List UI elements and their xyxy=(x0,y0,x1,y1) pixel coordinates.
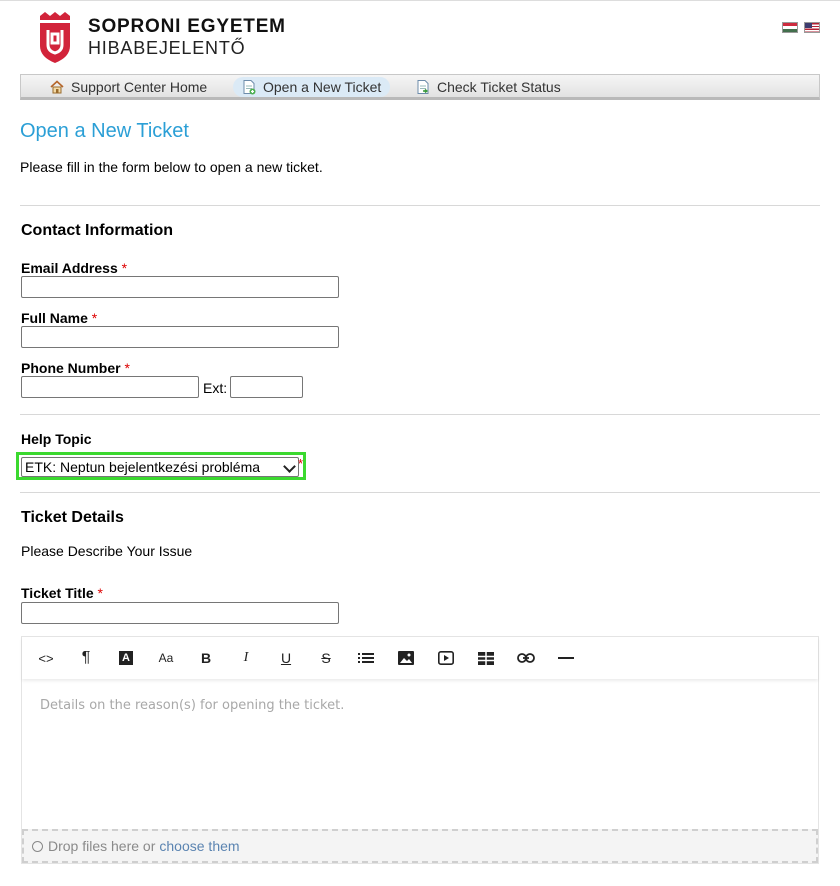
rich-text-editor: <> ¶ A Aa B I U S Details on the reason(… xyxy=(21,636,819,864)
phone-field[interactable] xyxy=(21,376,199,398)
nav-support-center-home[interactable]: Support Center Home xyxy=(41,77,216,97)
divider xyxy=(20,492,820,493)
ticket-details-subtitle: Please Describe Your Issue xyxy=(21,543,193,559)
phone-label: Phone Number * xyxy=(21,360,130,376)
font-color-icon[interactable]: A xyxy=(113,647,139,669)
editor-toolbar: <> ¶ A Aa B I U S xyxy=(22,637,818,679)
font-size-icon[interactable]: Aa xyxy=(153,647,179,669)
divider xyxy=(20,414,820,415)
required-mark: * xyxy=(97,585,103,601)
choose-files-link[interactable]: choose them xyxy=(159,838,239,854)
editor-placeholder[interactable]: Details on the reason(s) for opening the… xyxy=(40,698,344,713)
code-view-icon[interactable]: <> xyxy=(33,647,59,669)
home-icon xyxy=(50,80,64,94)
strikethrough-icon[interactable]: S xyxy=(313,647,339,669)
main-nav: Support Center Home Open a New Ticket Ch… xyxy=(20,74,820,100)
horizontal-rule-glyph xyxy=(558,657,574,659)
nav-label: Open a New Ticket xyxy=(263,79,382,95)
ext-field[interactable] xyxy=(230,376,303,398)
page-title: Open a New Ticket xyxy=(20,120,189,142)
help-topic-label: Help Topic xyxy=(21,431,92,447)
nav-open-new-ticket[interactable]: Open a New Ticket xyxy=(233,77,391,97)
list-icon[interactable] xyxy=(353,647,379,669)
header: SOPRONI EGYETEM HIBABEJELENTŐ xyxy=(0,0,840,72)
upload-icon xyxy=(32,840,43,852)
horizontal-rule-icon[interactable] xyxy=(553,647,579,669)
image-icon[interactable] xyxy=(393,647,419,669)
table-icon[interactable] xyxy=(473,647,499,669)
video-icon[interactable] xyxy=(433,647,459,669)
help-topic-selected-value: ETK: Neptun bejelentkezési probléma xyxy=(25,459,261,475)
list-glyph xyxy=(358,653,374,663)
paragraph-icon[interactable]: ¶ xyxy=(73,647,99,669)
ticket-title-field[interactable] xyxy=(21,602,339,624)
email-label: Email Address * xyxy=(21,260,128,276)
table-glyph xyxy=(478,651,494,665)
ticket-details-title: Ticket Details xyxy=(21,509,124,526)
ticket-status-icon xyxy=(417,80,429,94)
required-mark: * xyxy=(298,456,304,471)
link-glyph xyxy=(517,653,535,663)
help-topic-highlight: ETK: Neptun bejelentkezési probléma xyxy=(16,452,306,480)
hungarian-flag-icon[interactable] xyxy=(782,22,798,33)
dropzone-text: Drop files here or xyxy=(48,838,156,854)
full-name-field[interactable] xyxy=(21,326,339,348)
page-intro: Please fill in the form below to open a … xyxy=(20,159,323,175)
file-dropzone[interactable]: Drop files here or choose them xyxy=(22,829,818,863)
language-flags xyxy=(782,22,820,33)
underline-icon[interactable]: U xyxy=(273,647,299,669)
divider xyxy=(20,205,820,206)
university-logo xyxy=(40,12,70,63)
italic-icon[interactable]: I xyxy=(233,647,259,669)
brand-title: SOPRONI EGYETEM xyxy=(88,16,286,37)
nav-check-ticket-status[interactable]: Check Ticket Status xyxy=(407,77,570,97)
full-name-label: Full Name * xyxy=(21,310,98,326)
link-icon[interactable] xyxy=(513,647,539,669)
brand-subtitle: HIBABEJELENTŐ xyxy=(88,38,246,58)
new-ticket-icon xyxy=(243,80,256,95)
required-mark: * xyxy=(91,310,98,326)
required-mark: * xyxy=(121,260,128,276)
english-flag-icon[interactable] xyxy=(804,22,820,33)
required-mark: * xyxy=(124,360,130,376)
bold-icon[interactable]: B xyxy=(193,647,219,669)
video-glyph xyxy=(438,651,454,665)
ext-label: Ext: xyxy=(203,380,228,396)
image-glyph xyxy=(398,651,414,665)
nav-label: Support Center Home xyxy=(71,79,208,95)
email-field[interactable] xyxy=(21,276,339,298)
nav-label: Check Ticket Status xyxy=(437,79,561,95)
chevron-down-icon xyxy=(283,460,296,473)
ticket-title-label: Ticket Title * xyxy=(21,585,103,601)
contact-section-title: Contact Information xyxy=(21,222,173,239)
help-topic-select[interactable]: ETK: Neptun bejelentkezési probléma xyxy=(21,457,299,477)
